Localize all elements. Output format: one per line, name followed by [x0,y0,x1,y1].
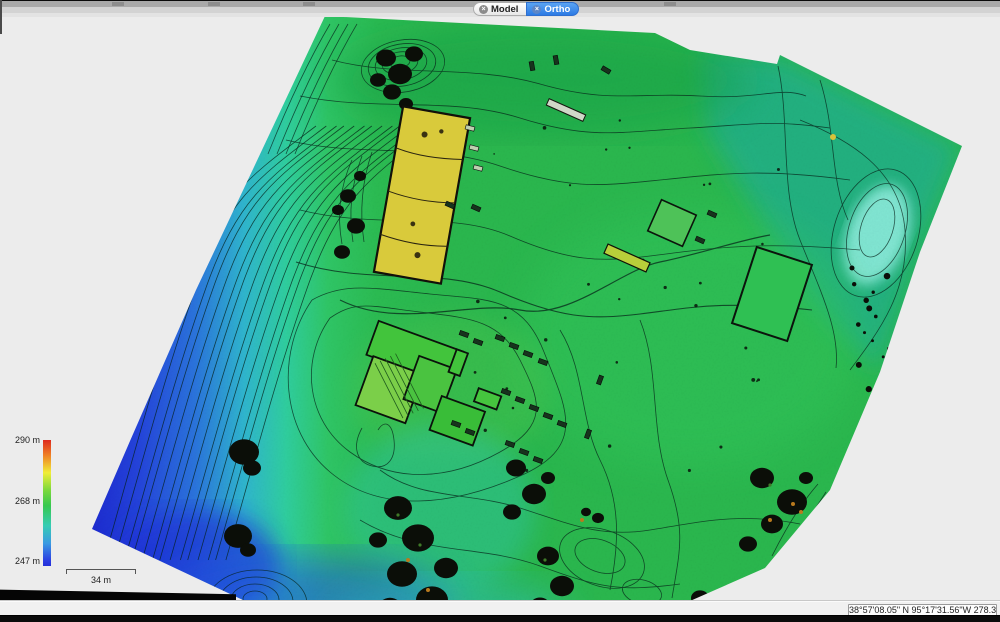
tab-strip-separator [303,2,315,6]
tab-ortho-label: Ortho [544,4,570,15]
scale-bar-label: 34 m [66,575,136,585]
view-tabs: × Model × Ortho [473,2,579,16]
tab-strip-separator [664,2,676,6]
elevation-legend: 290 m 268 m 247 m [0,430,60,575]
tab-strip-separator [208,2,220,6]
photogrammetry-app-window: { "tabs": [ { "label": "Model", "active"… [0,0,1000,622]
scale-bar-rule [66,569,136,574]
elevation-map-canvas[interactable] [0,0,1000,622]
elevation-colorbar [43,440,51,566]
tab-model[interactable]: × Model [473,2,526,16]
tab-ortho[interactable]: × Ortho [526,2,579,16]
close-tab-icon[interactable]: × [479,5,488,14]
window-bottom-edge [0,615,1000,622]
legend-min-label: 247 m [6,556,40,566]
map-orthomosaic [0,0,1000,622]
legend-max-label: 290 m [6,435,40,445]
close-tab-icon[interactable]: × [532,5,541,14]
legend-mid-label: 268 m [6,496,40,506]
tab-strip-separator [112,2,124,6]
terrain-texture [0,0,1000,622]
tab-model-label: Model [491,4,518,15]
status-bar: 38°57'08.05" N 95°17'31.56"W 278.343 [0,601,1000,615]
map-scale-bar: 34 m [66,569,136,585]
window-corner-notch [0,0,2,34]
